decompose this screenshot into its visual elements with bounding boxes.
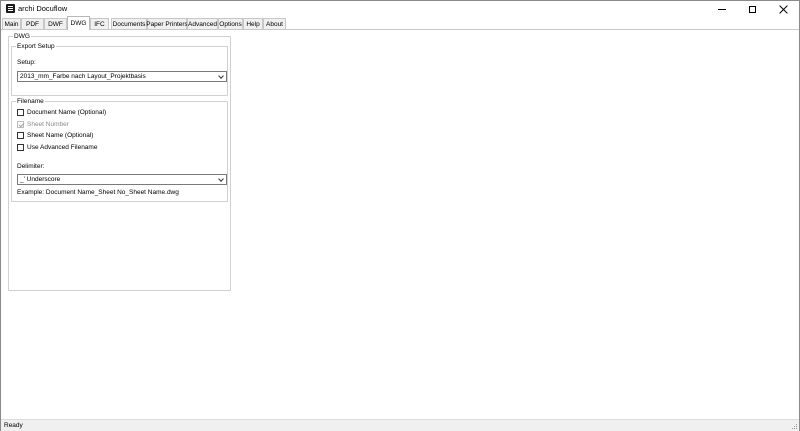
delimiter-dropdown[interactable]: _' Underscore <box>17 174 227 185</box>
filename-group-title: Filename <box>16 97 45 106</box>
dwg-group: DWG Export Setup Setup: 2013_mm_Farbe na… <box>8 32 231 291</box>
resize-grip-icon[interactable] <box>790 422 797 429</box>
sheet-number-checkbox <box>17 120 24 128</box>
minimize-button[interactable] <box>707 1 737 17</box>
window-title: archi Docuflow <box>18 4 68 13</box>
app-logo-icon <box>6 4 15 13</box>
tab-strip: Main PDF DWF DWG IFC Documents Paper Pri… <box>1 16 799 30</box>
dwg-group-title: DWG <box>13 32 31 41</box>
close-button[interactable] <box>768 1 798 17</box>
minimize-icon <box>718 8 726 10</box>
maximize-icon <box>748 5 756 13</box>
title-bar: archi Docuflow <box>1 1 799 17</box>
export-setup-group: Export Setup Setup: 2013_mm_Farbe nach L… <box>11 42 228 96</box>
sheet-number-option: Sheet Number <box>17 120 69 128</box>
status-text: Ready <box>4 422 23 429</box>
filename-example: Example: Document Name_Sheet No_Sheet Na… <box>17 189 179 196</box>
setup-label: Setup: <box>17 59 36 66</box>
advanced-filename-option[interactable]: Use Advanced Filename <box>17 143 97 151</box>
document-name-option[interactable]: Document Name (Optional) <box>17 108 106 116</box>
setup-value: 2013_mm_Farbe nach Layout_Projektbasis <box>20 73 146 80</box>
tab-documents[interactable]: Documents <box>111 18 147 29</box>
delimiter-value: _' Underscore <box>20 176 61 183</box>
chevron-down-icon <box>218 73 224 79</box>
advanced-filename-label: Use Advanced Filename <box>27 143 98 151</box>
sheet-name-checkbox[interactable] <box>17 131 24 139</box>
filename-group: Filename Document Name (Optional) Sheet … <box>11 97 228 202</box>
document-name-label: Document Name (Optional) <box>27 108 107 116</box>
tab-main[interactable]: Main <box>2 18 21 29</box>
document-name-checkbox[interactable] <box>17 108 24 116</box>
tab-help[interactable]: Help <box>243 18 263 29</box>
tab-advanced[interactable]: Advanced <box>187 18 218 29</box>
tab-paper-printers[interactable]: Paper Printers <box>146 18 188 29</box>
delimiter-label: Delimiter: <box>17 163 45 170</box>
tab-dwg[interactable]: DWG <box>67 16 90 30</box>
close-icon <box>779 5 788 14</box>
tab-dwf[interactable]: DWF <box>44 18 67 29</box>
sheet-name-option[interactable]: Sheet Name (Optional) <box>17 131 93 139</box>
status-bar: Ready <box>1 419 799 431</box>
tab-pdf[interactable]: PDF <box>21 18 44 29</box>
chevron-down-icon <box>218 176 224 182</box>
tab-divider <box>1 29 799 30</box>
maximize-button[interactable] <box>737 1 767 17</box>
app-window: archi Docuflow Main PDF DWF DWG IFC Docu… <box>0 0 800 431</box>
export-setup-title: Export Setup <box>16 42 56 51</box>
sheet-name-label: Sheet Name (Optional) <box>27 131 94 139</box>
sheet-number-label: Sheet Number <box>27 120 69 128</box>
tab-ifc[interactable]: IFC <box>90 18 109 29</box>
advanced-filename-checkbox[interactable] <box>17 143 24 151</box>
tab-about[interactable]: About <box>263 18 286 29</box>
tab-options[interactable]: Options <box>218 18 243 29</box>
setup-dropdown[interactable]: 2013_mm_Farbe nach Layout_Projektbasis <box>17 71 227 82</box>
